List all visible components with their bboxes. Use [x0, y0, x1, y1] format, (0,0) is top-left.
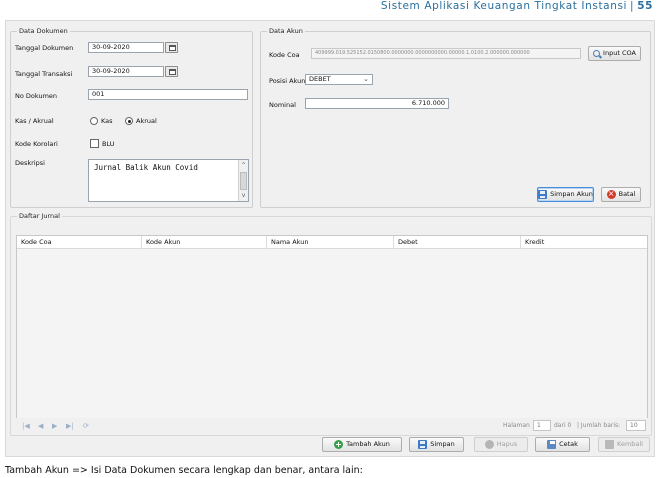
- first-page-icon[interactable]: |◀: [22, 422, 30, 430]
- posisi-akun-select[interactable]: DEBET ⌄: [305, 74, 373, 85]
- instruction-caption: Tambah Akun => Isi Data Dokumen secara l…: [5, 465, 363, 476]
- jurnal-table-body: [17, 249, 647, 418]
- halaman-label: Halaman: [503, 422, 530, 429]
- kode-coa-label: Kode Coa: [269, 51, 300, 59]
- column-kredit[interactable]: Kredit: [521, 236, 649, 249]
- scroll-up-icon[interactable]: ^: [239, 161, 248, 170]
- jurnal-table: Kode Coa Kode Akun Nama Akun Debet Kredi…: [16, 235, 648, 418]
- cancel-icon: [606, 189, 616, 199]
- data-dokumen-title: Data Dokumen: [17, 27, 70, 36]
- tanggal-transaksi-calendar-button[interactable]: [165, 66, 178, 77]
- kas-radio[interactable]: [90, 117, 98, 125]
- data-dokumen-group: Data Dokumen Tanggal Dokumen 30-09-2020 …: [10, 27, 253, 208]
- cetak-button[interactable]: Cetak: [535, 437, 590, 452]
- akrual-radio[interactable]: [125, 117, 133, 125]
- no-dokumen-label: No Dokumen: [15, 92, 58, 100]
- prev-page-icon[interactable]: ◀: [38, 422, 43, 430]
- kas-akrual-label: Kas / Akrual: [15, 117, 54, 125]
- column-kode-akun[interactable]: Kode Akun: [142, 236, 267, 249]
- add-icon: [334, 440, 344, 449]
- page-spinner[interactable]: 1: [533, 420, 551, 431]
- kode-korolari-label: Kode Korolari: [15, 140, 58, 148]
- input-coa-label: Input COA: [603, 49, 636, 57]
- simpan-akun-button[interactable]: Simpan Akun: [537, 187, 594, 202]
- kembali-label: Kembali: [617, 440, 643, 448]
- column-debet[interactable]: Debet: [394, 236, 521, 249]
- posisi-akun-label: Posisi Akun: [269, 77, 306, 85]
- blu-checkbox-label: BLU: [102, 140, 115, 148]
- input-coa-button[interactable]: Input COA: [588, 46, 641, 61]
- delete-icon: [484, 440, 494, 449]
- tanggal-transaksi-field[interactable]: 30-09-2020: [88, 66, 164, 77]
- blu-checkbox[interactable]: [90, 139, 99, 148]
- daftar-jurnal-title: Daftar Jurnal: [17, 212, 62, 221]
- data-akun-title: Data Akun: [267, 27, 305, 36]
- header-separator: |: [630, 0, 635, 12]
- batal-button[interactable]: Batal: [601, 187, 641, 202]
- rows-per-page-select[interactable]: 10: [626, 420, 646, 431]
- simpan-akun-label: Simpan Akun: [550, 190, 593, 198]
- app-window: Data Dokumen Tanggal Dokumen 30-09-2020 …: [5, 20, 655, 457]
- deskripsi-textarea[interactable]: Jurnal Balik Akun Covid ^ v: [88, 159, 249, 202]
- data-akun-group: Data Akun Kode Coa 409999.019.525152.015…: [260, 27, 651, 208]
- rows-per-page-value: 10: [630, 422, 638, 429]
- page-spinner-value: 1: [537, 422, 541, 429]
- page-number: 55: [637, 0, 653, 12]
- jumlah-baris-label: | Jumlah baris:: [577, 422, 621, 429]
- tanggal-transaksi-label: Tanggal Transaksi: [15, 70, 73, 78]
- hapus-button[interactable]: Hapus: [474, 437, 528, 452]
- scroll-down-icon[interactable]: v: [239, 191, 248, 200]
- document-header: Sistem Aplikasi Keuangan Tingkat Instans…: [381, 0, 653, 18]
- kas-radio-label: Kas: [101, 117, 113, 125]
- refresh-icon[interactable]: ⟳: [83, 422, 89, 430]
- no-dokumen-field[interactable]: 001: [88, 89, 248, 100]
- calendar-icon: [169, 69, 176, 75]
- jurnal-table-header: Kode Coa Kode Akun Nama Akun Debet Kredi…: [17, 236, 647, 249]
- tanggal-dokumen-field[interactable]: 30-09-2020: [88, 42, 164, 53]
- tanggal-dokumen-calendar-button[interactable]: [165, 42, 178, 53]
- kembali-button[interactable]: Kembali: [598, 437, 650, 452]
- cetak-label: Cetak: [559, 440, 578, 448]
- tambah-akun-label: Tambah Akun: [346, 440, 390, 448]
- last-page-icon[interactable]: ▶|: [66, 422, 74, 430]
- nominal-label: Nominal: [269, 101, 296, 109]
- nominal-field[interactable]: 6.710.000: [305, 98, 449, 109]
- calendar-icon: [169, 45, 176, 51]
- save-icon: [538, 190, 548, 199]
- tanggal-dokumen-label: Tanggal Dokumen: [15, 44, 74, 52]
- save-icon: [418, 440, 428, 449]
- deskripsi-label: Deskripsi: [15, 159, 45, 167]
- dari-text: dari 0: [554, 422, 572, 429]
- column-kode-coa[interactable]: Kode Coa: [17, 236, 142, 249]
- pager-bar: |◀ ◀ ▶ ▶| ⟳ Halaman 1 dari 0 | Jumlah ba…: [16, 420, 648, 432]
- hapus-label: Hapus: [496, 440, 518, 448]
- chevron-down-icon: ⌄: [363, 75, 369, 83]
- print-icon: [547, 440, 557, 449]
- akrual-radio-label: Akrual: [136, 117, 157, 125]
- document-title: Sistem Aplikasi Keuangan Tingkat Instans…: [380, 0, 628, 12]
- posisi-akun-value: DEBET: [309, 75, 331, 83]
- simpan-button[interactable]: Simpan: [409, 437, 464, 452]
- next-page-icon[interactable]: ▶: [52, 422, 57, 430]
- deskripsi-text: Jurnal Balik Akun Covid: [94, 163, 198, 172]
- tambah-akun-button[interactable]: Tambah Akun: [322, 437, 402, 452]
- back-icon: [605, 440, 614, 449]
- deskripsi-scrollbar[interactable]: ^ v: [238, 160, 248, 201]
- batal-label: Batal: [618, 190, 636, 198]
- column-nama-akun[interactable]: Nama Akun: [267, 236, 394, 249]
- search-icon: [593, 50, 601, 57]
- simpan-label: Simpan: [430, 440, 455, 448]
- scroll-thumb[interactable]: [240, 172, 247, 190]
- kode-coa-field: 409999.019.525152.0150800.0000000.000000…: [311, 48, 581, 59]
